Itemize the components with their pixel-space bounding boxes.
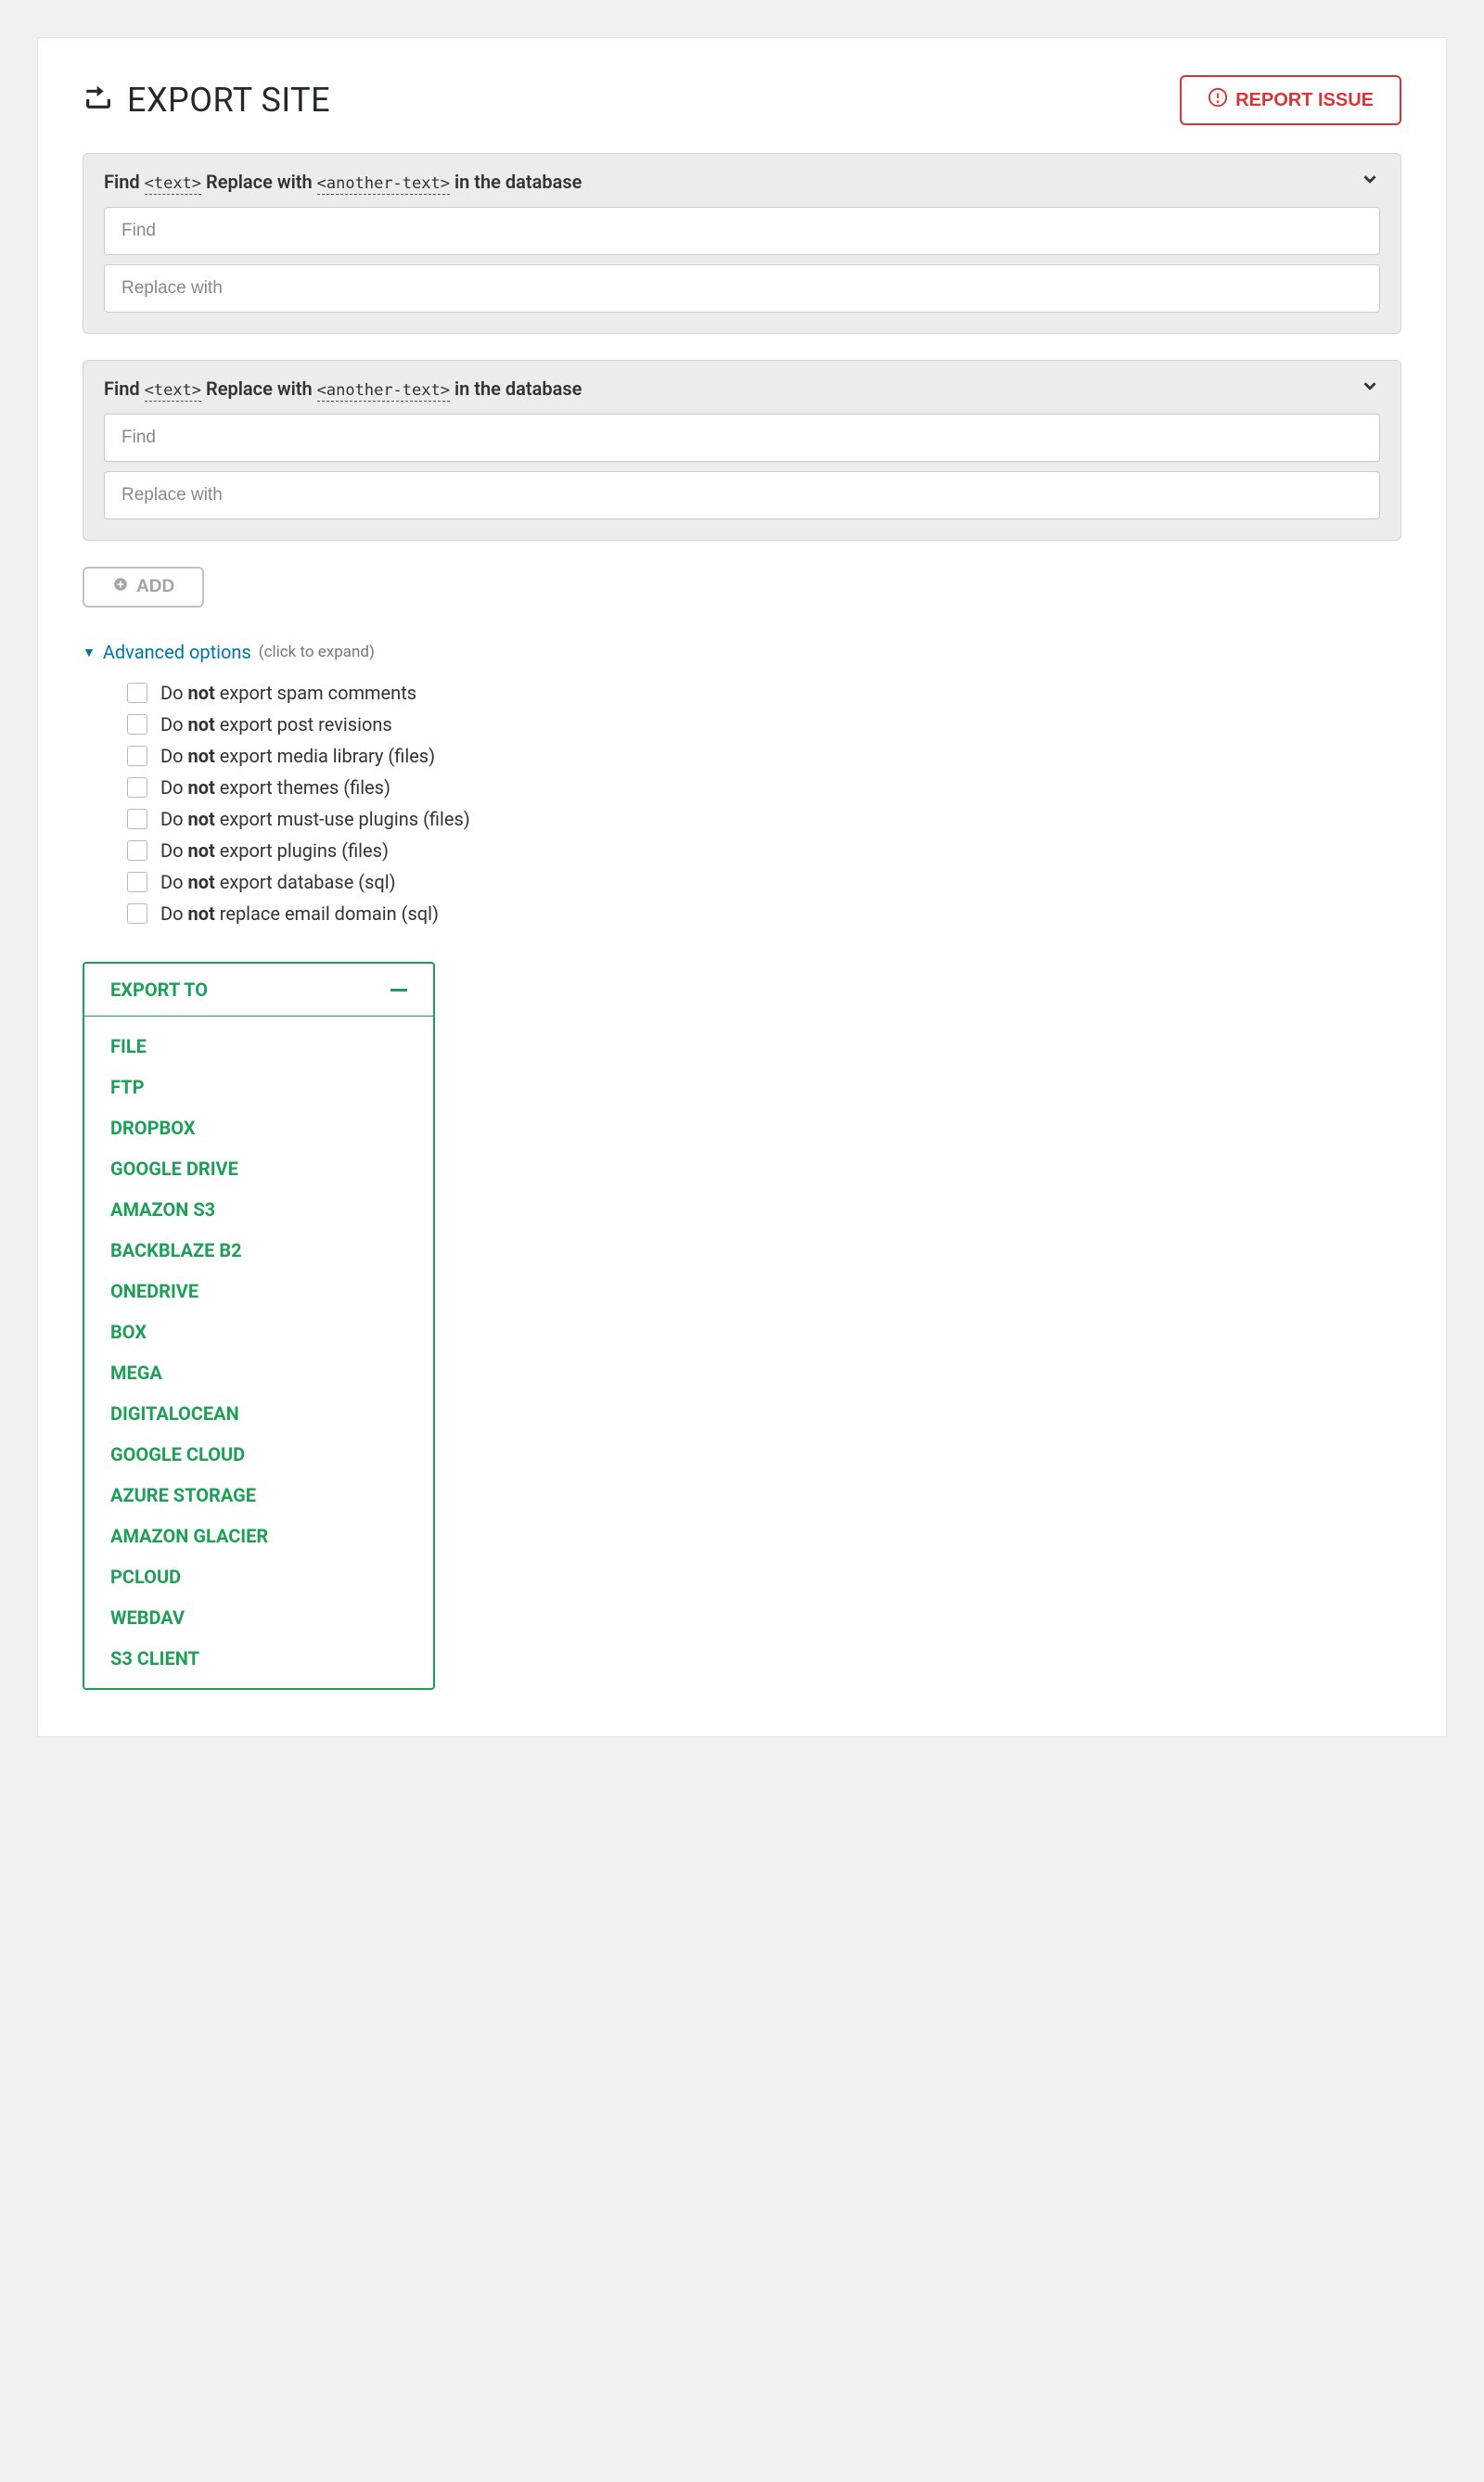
export-dest-ftp[interactable]: FTP — [84, 1067, 433, 1107]
export-dest-webdav[interactable]: WEBDAV — [84, 1597, 433, 1638]
advanced-option-checkbox[interactable] — [127, 683, 147, 703]
advanced-option-checkbox[interactable] — [127, 777, 147, 798]
find-replace-block-2: Find <text> Replace with <another-text> … — [83, 360, 1401, 541]
warning-icon — [1208, 87, 1228, 113]
advanced-option-7[interactable]: Do not replace email domain (sql) — [127, 902, 1401, 925]
export-dest-backblaze-b2[interactable]: BACKBLAZE B2 — [84, 1230, 433, 1271]
advanced-options-hint: (click to expand) — [259, 643, 375, 661]
add-button[interactable]: ADD — [83, 567, 204, 608]
report-issue-button[interactable]: REPORT ISSUE — [1180, 75, 1401, 125]
advanced-option-label: Do not export database (sql) — [160, 871, 396, 893]
find-replace-header-1[interactable]: Find <text> Replace with <another-text> … — [104, 169, 1380, 194]
find-replace-title: Find <text> Replace with <another-text> … — [104, 171, 582, 193]
add-label: ADD — [136, 577, 174, 597]
export-dest-digitalocean[interactable]: DIGITALOCEAN — [84, 1393, 433, 1434]
advanced-option-3[interactable]: Do not export themes (files) — [127, 776, 1401, 799]
export-dest-google-cloud[interactable]: GOOGLE CLOUD — [84, 1434, 433, 1475]
chevron-down-icon — [1360, 169, 1380, 194]
chevron-down-icon — [1360, 376, 1380, 401]
export-dest-mega[interactable]: MEGA — [84, 1352, 433, 1393]
find-input-1[interactable] — [104, 207, 1380, 255]
export-dest-amazon-glacier[interactable]: AMAZON GLACIER — [84, 1516, 433, 1556]
find-input-2[interactable] — [104, 414, 1380, 462]
export-to-label: EXPORT TO — [110, 979, 208, 1001]
replace-input-1[interactable] — [104, 264, 1380, 313]
advanced-option-checkbox[interactable] — [127, 746, 147, 766]
advanced-option-label: Do not export post revisions — [160, 713, 392, 736]
advanced-option-checkbox[interactable] — [127, 903, 147, 924]
find-replace-header-2[interactable]: Find <text> Replace with <another-text> … — [104, 376, 1380, 401]
export-dest-dropbox[interactable]: DROPBOX — [84, 1107, 433, 1148]
advanced-options-toggle[interactable]: ▼ Advanced options (click to expand) — [83, 641, 1401, 663]
export-dest-onedrive[interactable]: ONEDRIVE — [84, 1271, 433, 1311]
export-dest-box[interactable]: BOX — [84, 1311, 433, 1352]
report-issue-label: REPORT ISSUE — [1235, 90, 1374, 111]
triangle-down-icon: ▼ — [83, 645, 96, 660]
advanced-option-checkbox[interactable] — [127, 840, 147, 861]
advanced-option-6[interactable]: Do not export database (sql) — [127, 871, 1401, 893]
minus-icon — [390, 989, 407, 992]
advanced-option-1[interactable]: Do not export post revisions — [127, 713, 1401, 736]
advanced-options-label: Advanced options — [103, 641, 251, 663]
advanced-option-0[interactable]: Do not export spam comments — [127, 682, 1401, 704]
panel-header: EXPORT SITE REPORT ISSUE — [83, 75, 1401, 125]
advanced-option-label: Do not export must-use plugins (files) — [160, 808, 470, 830]
export-icon — [83, 81, 114, 121]
find-replace-title: Find <text> Replace with <another-text> … — [104, 377, 582, 400]
export-dest-pcloud[interactable]: PCLOUD — [84, 1556, 433, 1597]
advanced-option-label: Do not export themes (files) — [160, 776, 390, 799]
advanced-option-label: Do not export spam comments — [160, 682, 416, 704]
export-to-menu: EXPORT TO FILEFTPDROPBOXGOOGLE DRIVEAMAZ… — [83, 962, 435, 1690]
advanced-option-label: Do not replace email domain (sql) — [160, 902, 439, 925]
export-destination-list: FILEFTPDROPBOXGOOGLE DRIVEAMAZON S3BACKB… — [84, 1017, 433, 1688]
plus-circle-icon — [112, 576, 129, 598]
advanced-option-checkbox[interactable] — [127, 714, 147, 735]
advanced-options-list: Do not export spam comments Do not export… — [83, 682, 1401, 925]
advanced-option-label: Do not export media library (files) — [160, 745, 435, 767]
advanced-option-5[interactable]: Do not export plugins (files) — [127, 839, 1401, 862]
advanced-option-label: Do not export plugins (files) — [160, 839, 389, 862]
advanced-option-checkbox[interactable] — [127, 872, 147, 892]
export-dest-amazon-s3[interactable]: AMAZON S3 — [84, 1189, 433, 1230]
export-dest-google-drive[interactable]: GOOGLE DRIVE — [84, 1148, 433, 1189]
page-title-text: EXPORT SITE — [127, 81, 330, 120]
advanced-option-checkbox[interactable] — [127, 809, 147, 829]
find-replace-block-1: Find <text> Replace with <another-text> … — [83, 153, 1401, 334]
replace-input-2[interactable] — [104, 471, 1380, 519]
export-dest-file[interactable]: FILE — [84, 1026, 433, 1067]
export-dest-s3-client[interactable]: S3 CLIENT — [84, 1638, 433, 1679]
export-site-panel: EXPORT SITE REPORT ISSUE Find <text> Rep… — [37, 37, 1447, 1737]
page-title: EXPORT SITE — [83, 81, 330, 121]
advanced-option-4[interactable]: Do not export must-use plugins (files) — [127, 808, 1401, 830]
advanced-option-2[interactable]: Do not export media library (files) — [127, 745, 1401, 767]
export-to-header[interactable]: EXPORT TO — [84, 964, 433, 1017]
export-dest-azure-storage[interactable]: AZURE STORAGE — [84, 1475, 433, 1516]
